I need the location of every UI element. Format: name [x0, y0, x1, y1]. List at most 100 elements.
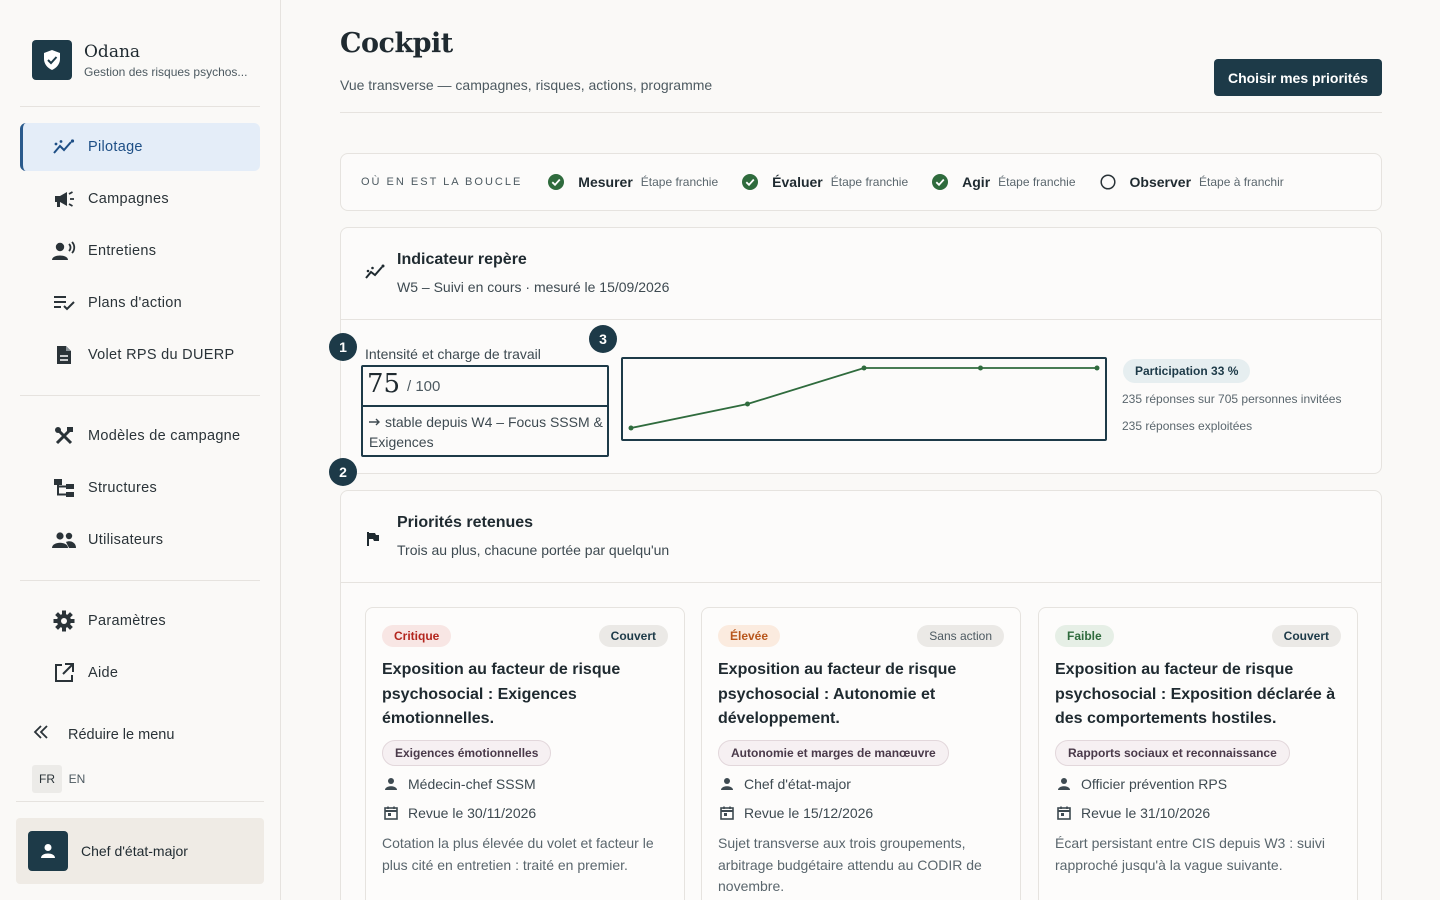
arrow-right-icon: [369, 412, 385, 432]
severity-badge: Critique: [382, 625, 452, 647]
trend-icon: [52, 135, 76, 159]
review-date: Revue le 15/12/2026: [720, 805, 873, 821]
metric-max: / 100: [407, 378, 441, 395]
severity-badge: Faible: [1055, 625, 1114, 647]
sidebar-item-pilotage[interactable]: Pilotage: [20, 123, 260, 171]
owner: Chef d'état-major: [720, 776, 851, 792]
document-icon: [52, 343, 76, 367]
marker-3: 3: [589, 325, 617, 353]
responses-count: 235 réponses sur 705 personnes invitées: [1122, 392, 1342, 406]
brand-name: Odana: [84, 41, 141, 62]
sidebar-item-structures[interactable]: Structures: [20, 464, 260, 512]
divider: [363, 405, 607, 407]
divider: [340, 112, 1382, 113]
factor-tag[interactable]: Exigences émotionnelles: [382, 740, 552, 766]
sparkline-line: [630, 367, 1097, 429]
priorities-subtitle: Trois au plus, chacune portée par quelqu…: [397, 542, 670, 558]
lang-en[interactable]: EN: [62, 765, 92, 793]
sparkline-point: [978, 365, 983, 371]
factor-tag[interactable]: Autonomie et marges de manœuvre: [718, 740, 949, 766]
sparkline-point: [1094, 365, 1100, 371]
sidebar-item-label: Entretiens: [88, 243, 157, 259]
metric-trend-text: stable depuis W4 – Focus SSSM & Exigence…: [369, 414, 603, 450]
sidebar-item-label: Plans d'action: [88, 295, 183, 311]
checklist-icon: [52, 291, 76, 315]
step-name: Observer: [1129, 174, 1192, 190]
divider: [16, 801, 264, 802]
divider: [20, 395, 260, 396]
priority-card[interactable]: Élevée Sans action Exposition au facteur…: [701, 607, 1021, 900]
user-account[interactable]: Chef d'état-major: [16, 818, 264, 884]
page-title: Cockpit: [340, 28, 453, 59]
sidebar-item-label: Paramètres: [88, 613, 166, 629]
sidebar-item-utilisateurs[interactable]: Utilisateurs: [20, 516, 260, 564]
responses-exploited: 235 réponses exploitées: [1122, 419, 1253, 433]
check-circle-icon: [742, 174, 759, 190]
owner: Médecin-chef SSSM: [384, 776, 536, 792]
tree-icon: [52, 476, 76, 500]
step-state: Étape franchie: [830, 175, 909, 189]
sidebar-item-label: Pilotage: [88, 139, 143, 155]
shield-check-icon: [32, 40, 72, 80]
priorities-card: Priorités retenues Trois au plus, chacun…: [340, 490, 1382, 900]
people-icon: [52, 528, 76, 552]
factor-tag[interactable]: Rapports sociaux et reconnaissance: [1055, 740, 1290, 766]
owner: Officier prévention RPS: [1057, 776, 1227, 792]
step-name: Agir: [962, 174, 991, 190]
brand-subtitle: Gestion des risques psychos...: [84, 64, 248, 79]
step-state: Étape à franchir: [1199, 175, 1284, 189]
sidebar-item-modeles[interactable]: Modèles de campagne: [20, 412, 260, 460]
metric-value: 75: [367, 369, 401, 399]
external-link-icon: [52, 661, 76, 685]
calendar-icon: [384, 806, 398, 820]
priority-description: Écart persistant entre CIS depuis W3 : s…: [1055, 835, 1325, 873]
owner-name: Officier prévention RPS: [1081, 776, 1228, 792]
tools-icon: [52, 424, 76, 448]
priority-description: Sujet transverse aux trois groupements, …: [718, 835, 982, 894]
calendar-icon: [1057, 806, 1071, 820]
review-text: Revue le 30/11/2026: [408, 805, 537, 821]
priority-card[interactable]: Critique Couvert Exposition au facteur d…: [365, 607, 685, 900]
marker-2: 2: [329, 458, 357, 486]
review-date: Revue le 31/10/2026: [1057, 805, 1210, 821]
review-date: Revue le 30/11/2026: [384, 805, 536, 821]
sidebar-item-campagnes[interactable]: Campagnes: [20, 175, 260, 223]
review-text: Revue le 31/10/2026: [1081, 805, 1211, 821]
participation-badge: Participation 33 %: [1123, 359, 1251, 383]
priority-card[interactable]: Faible Couvert Exposition au facteur de …: [1038, 607, 1358, 900]
language-switcher: FR EN: [32, 765, 92, 793]
sidebar-item-duerp[interactable]: Volet RPS du DUERP: [20, 331, 260, 379]
sparkline-point: [745, 401, 750, 407]
sidebar-item-label: Modèles de campagne: [88, 428, 241, 444]
step-name: Évaluer: [772, 174, 823, 190]
person-icon: [1058, 778, 1070, 790]
sidebar-item-entretiens[interactable]: Entretiens: [20, 227, 260, 275]
person-icon: [41, 844, 55, 858]
coverage-badge: Couvert: [598, 625, 668, 647]
person-icon: [721, 778, 733, 790]
choose-priorities-button[interactable]: Choisir mes priorités: [1214, 59, 1382, 96]
priority-description: Cotation la plus élevée du volet et fact…: [382, 835, 654, 873]
loop-title: OÙ EN EST LA BOUCLE: [361, 176, 523, 188]
step-state: Étape franchie: [998, 175, 1076, 189]
loop-status-card: OÙ EN EST LA BOUCLE Mesurer Étape franch…: [340, 153, 1382, 211]
metric-label: Intensité et charge de travail: [365, 346, 541, 362]
step-state: Étape franchie: [640, 175, 719, 189]
brand[interactable]: Odana Gestion des risques psychos...: [32, 40, 247, 80]
coverage-badge: Sans action: [917, 625, 1004, 647]
sidebar-item-aide[interactable]: Aide: [20, 649, 260, 697]
avatar: [28, 831, 68, 871]
sparkline-chart: [621, 357, 1107, 441]
gear-icon: [52, 609, 76, 633]
owner-name: Médecin-chef SSSM: [408, 776, 536, 792]
sidebar-item-parametres[interactable]: Paramètres: [20, 597, 260, 645]
page-subtitle: Vue transverse — campagnes, risques, act…: [340, 77, 713, 93]
divider: [20, 106, 260, 107]
collapse-menu-button[interactable]: Réduire le menu: [32, 720, 174, 749]
step-name: Mesurer: [578, 174, 633, 190]
sparkline-point: [628, 425, 634, 431]
lang-fr[interactable]: FR: [32, 765, 62, 793]
sidebar-item-plans-action[interactable]: Plans d'action: [20, 279, 260, 327]
priority-title: Exposition au facteur de risque psychoso…: [382, 661, 621, 727]
metric-box: 75 / 100 stable depuis W4 – Focus SSSM &…: [361, 365, 609, 457]
